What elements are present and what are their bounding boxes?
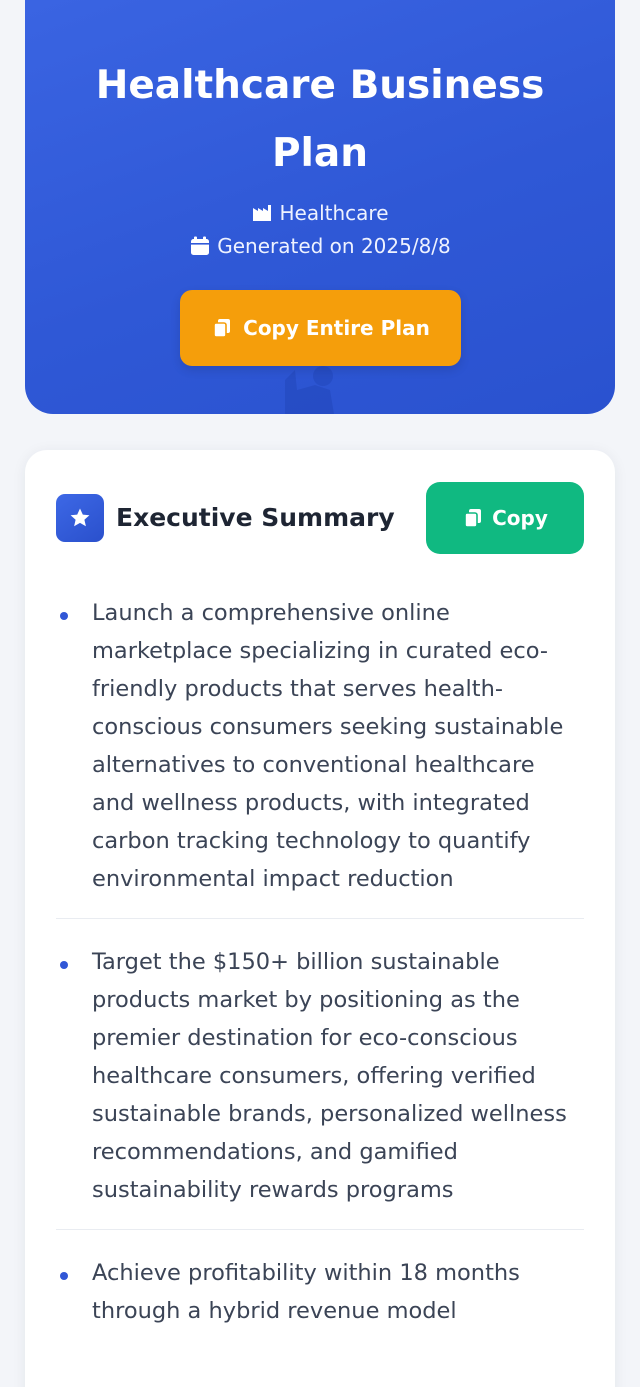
industry-label: Healthcare xyxy=(25,198,615,228)
copy-section-label: Copy xyxy=(492,506,548,530)
bullet-dot xyxy=(60,961,68,969)
plan-header: Healthcare Business Plan Healthcare Gene… xyxy=(25,0,615,414)
hero-decoration xyxy=(285,366,334,414)
summary-list: Launch a comprehensive online marketplac… xyxy=(56,590,584,1370)
industry-icon xyxy=(253,205,272,221)
copy-icon xyxy=(213,319,231,338)
generated-text: Generated on 2025/8/8 xyxy=(217,234,451,258)
copy-icon xyxy=(464,509,482,528)
list-item: Launch a comprehensive online marketplac… xyxy=(56,590,584,919)
calendar-icon xyxy=(191,236,210,255)
list-item-text: Target the $150+ billion sustainable pro… xyxy=(92,949,567,1203)
list-item-text: Achieve profitability within 18 months t… xyxy=(92,1260,520,1324)
page-title: Healthcare Business Plan xyxy=(95,63,545,176)
copy-entire-plan-button[interactable]: Copy Entire Plan xyxy=(180,290,461,366)
executive-summary-card: Executive Summary Copy Launch a comprehe… xyxy=(25,450,615,1387)
copy-entire-plan-label: Copy Entire Plan xyxy=(243,316,430,340)
list-item-text: Launch a comprehensive online marketplac… xyxy=(92,600,564,892)
industry-text: Healthcare xyxy=(279,201,389,225)
section-title: Executive Summary xyxy=(116,503,395,532)
generated-date: Generated on 2025/8/8 xyxy=(25,231,615,261)
list-item: Target the $150+ billion sustainable pro… xyxy=(56,939,584,1230)
list-item: Achieve profitability within 18 months t… xyxy=(56,1250,584,1350)
bullet-dot xyxy=(60,1272,68,1280)
section-header: Executive Summary Copy xyxy=(56,482,584,554)
star-icon-glyph xyxy=(70,508,90,527)
copy-section-button[interactable]: Copy xyxy=(426,482,584,554)
bullet-dot xyxy=(60,612,68,620)
page: Healthcare Business Plan Healthcare Gene… xyxy=(0,0,640,1387)
star-icon xyxy=(56,494,104,542)
